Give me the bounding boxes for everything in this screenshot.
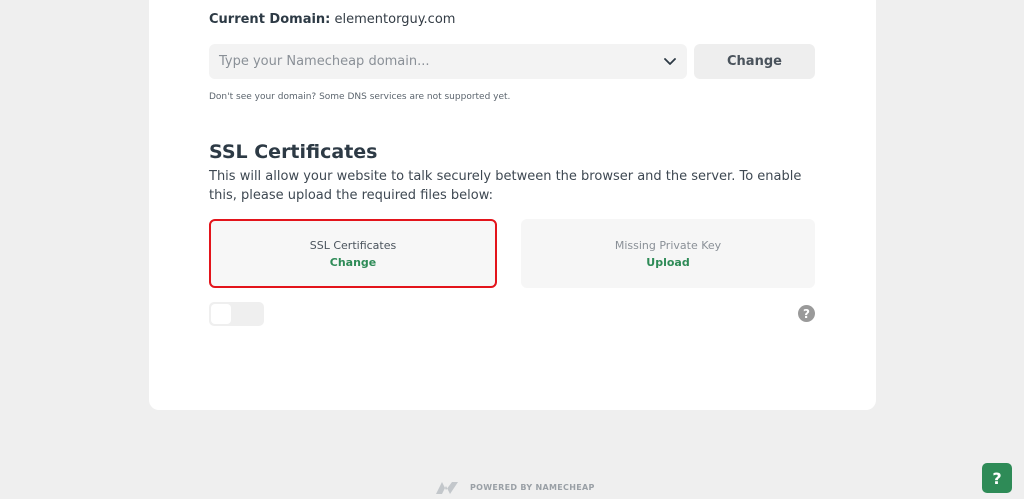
namecheap-logo-icon (434, 480, 460, 495)
chevron-down-icon (663, 55, 677, 69)
change-domain-button[interactable]: Change (694, 44, 815, 79)
domain-help-text: Don't see your domain? Some DNS services… (209, 92, 511, 102)
ssl-certificates-label: SSL Certificates (309, 238, 397, 252)
question-icon[interactable]: ? (798, 305, 815, 322)
current-domain-label: Current Domain: (209, 12, 331, 27)
domain-select-placeholder: Type your Namecheap domain... (219, 54, 430, 69)
domain-select[interactable]: Type your Namecheap domain... (209, 44, 687, 79)
powered-by-footer: POWERED BY NAMECHEAP (434, 480, 595, 495)
current-domain: Current Domain: elementorguy.com (209, 12, 455, 27)
ssl-section-title: SSL Certificates (209, 141, 378, 163)
private-key-card[interactable]: Missing Private Key Upload (521, 219, 815, 288)
ssl-certificates-card[interactable]: SSL Certificates Change (209, 219, 497, 288)
private-key-upload-link[interactable]: Upload (646, 256, 689, 269)
ssl-certificates-change-link[interactable]: Change (330, 256, 377, 269)
ssl-toggle[interactable] (209, 302, 264, 326)
current-domain-value: elementorguy.com (334, 12, 456, 27)
powered-by-text: POWERED BY NAMECHEAP (470, 483, 595, 492)
toggle-knob (211, 304, 231, 324)
private-key-label: Missing Private Key (614, 238, 722, 252)
support-help-button[interactable]: ? (982, 463, 1012, 493)
ssl-description: This will allow your website to talk sec… (209, 169, 802, 203)
